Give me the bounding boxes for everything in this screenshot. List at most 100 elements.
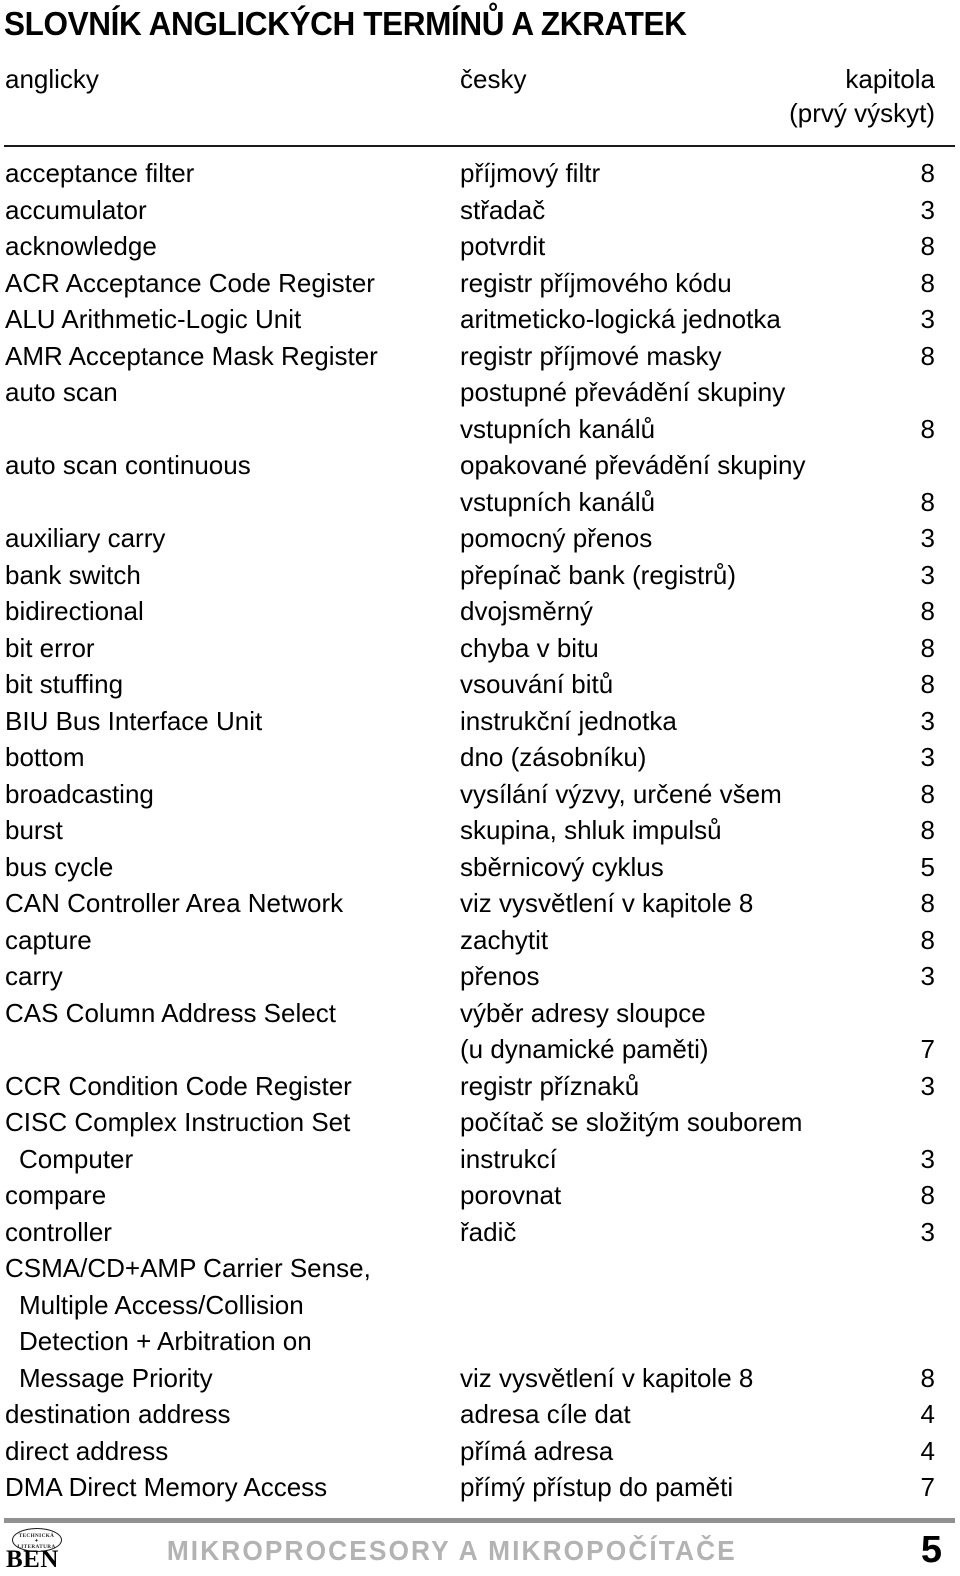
table-row: broadcasting vysílání výzvy, určené všem 8: [0, 777, 960, 814]
table-row: bank switch přepínač bank (registrů) 3: [0, 558, 960, 595]
term-english: CSMA/CD+AMP Carrier Sense,: [5, 1253, 371, 1283]
term-english: ACR Acceptance Code Register: [5, 267, 375, 298]
table-row: auxiliary carry pomocný přenos 3: [0, 521, 960, 558]
term-czech: počítač se složitým souborem: [460, 1107, 803, 1137]
table-row: ALU Arithmetic-Logic Unit aritmeticko-log…: [0, 302, 960, 339]
term-czech: příjmový filtr: [460, 158, 601, 188]
footer-divider: [4, 1518, 955, 1523]
chapter-number: 8: [920, 888, 935, 918]
chapter-number: 3: [920, 1070, 935, 1101]
chapter-number: 8: [920, 340, 935, 371]
term-english: bottom: [5, 742, 85, 772]
table-row: CSMA/CD+AMP Carrier Sense,: [0, 1251, 960, 1288]
table-row: auto scan continuous opakované převádění …: [0, 448, 960, 485]
term-english: DMA Direct Memory Access: [5, 1472, 328, 1502]
table-row: accumulator střadač 3: [0, 193, 960, 230]
term-english: CAS Column Address Select: [5, 997, 336, 1028]
term-czech: sběrnicový cyklus: [460, 851, 664, 882]
table-row: BIU Bus Interface Unit instrukční jednotk…: [0, 704, 960, 741]
term-czech: postupné převádění skupiny: [460, 377, 786, 407]
term-czech: instrukční jednotka: [460, 705, 677, 736]
term-czech: přepínač bank (registrů): [460, 559, 737, 590]
chapter-number: 8: [920, 267, 935, 298]
chapter-number: 8: [920, 231, 935, 261]
term-english: destination address: [5, 1399, 231, 1429]
column-header-chapter: kapitola: [845, 64, 935, 94]
chapter-number: 7: [920, 1034, 935, 1064]
term-english: Message Priority: [19, 1362, 213, 1393]
term-czech: (u dynamické paměti): [460, 1034, 709, 1064]
term-english: Multiple Access/Collision: [19, 1289, 304, 1320]
page-title: SLOVNÍK ANGLICKÝCH TERMÍNŮ A ZKRATEK: [4, 5, 687, 42]
term-czech: pomocný přenos: [460, 523, 653, 553]
term-english: Computer: [19, 1143, 134, 1174]
term-english: bus cycle: [5, 851, 114, 882]
term-english: broadcasting: [5, 778, 154, 809]
table-row: CAS Column Address Select výběr adresy sl…: [0, 996, 960, 1033]
table-row: direct address přímá adresa 4: [0, 1434, 960, 1471]
chapter-number: 3: [920, 304, 935, 334]
term-czech: skupina, shluk impulsů: [460, 815, 722, 845]
page-footer: TECHNICKÁ ✦ LITERATURA BEN MIKROPROCESOR…: [0, 1526, 960, 1576]
term-czech: porovnat: [460, 1180, 562, 1210]
chapter-number: 8: [920, 669, 935, 699]
chapter-number: 3: [920, 742, 935, 772]
table-row: Message Priority viz vysvětlení v kapitol…: [0, 1361, 960, 1398]
term-english: accumulator: [5, 194, 147, 225]
table-row: bit stuffing vsouvání bitů 8: [0, 667, 960, 704]
term-czech: vstupních kanálů: [460, 486, 656, 517]
chapter-number: 4: [920, 1435, 935, 1466]
chapter-number: 7: [920, 1472, 935, 1502]
document-page: SLOVNÍK ANGLICKÝCH TERMÍNŮ A ZKRATEK ang…: [0, 0, 960, 1576]
table-row: destination address adresa cíle dat 4: [0, 1397, 960, 1434]
term-czech: vstupních kanálů: [460, 413, 656, 444]
header-divider: [4, 145, 955, 147]
column-header-chapter-sub: (prvý výskyt): [789, 98, 935, 128]
term-english: bit error: [5, 632, 95, 663]
term-english: bit stuffing: [5, 669, 124, 699]
chapter-number: 8: [920, 158, 935, 188]
term-english: AMR Acceptance Mask Register: [5, 340, 378, 371]
term-czech: vysílání výzvy, určené všem: [460, 778, 782, 809]
table-row: AMR Acceptance Mask Register registr příj…: [0, 339, 960, 376]
term-english: direct address: [5, 1435, 169, 1466]
table-row: CISC Complex Instruction Set počítač se s…: [0, 1105, 960, 1142]
term-english: acknowledge: [5, 231, 157, 261]
chapter-number: 8: [920, 632, 935, 663]
term-czech: přímý přístup do paměti: [460, 1472, 734, 1502]
table-row: vstupních kanálů 8: [0, 412, 960, 449]
glossary-table: acceptance filter příjmový filtr 8 accumula…: [0, 156, 960, 1507]
table-row: bidirectional dvojsměrný 8: [0, 594, 960, 631]
term-czech: opakované převádění skupiny: [460, 450, 806, 480]
table-row: auto scan postupné převádění skupiny: [0, 375, 960, 412]
chapter-number: 8: [920, 815, 935, 845]
table-row: bottom dno (zásobníku) 3: [0, 740, 960, 777]
chapter-number: 4: [920, 1399, 935, 1429]
table-row: controller řadič 3: [0, 1215, 960, 1252]
term-english: capture: [5, 924, 92, 955]
term-czech: přímá adresa: [460, 1435, 614, 1466]
chapter-number: 3: [920, 1143, 935, 1174]
term-english: burst: [5, 815, 63, 845]
table-row: CCR Condition Code Register registr přízn…: [0, 1069, 960, 1106]
term-czech: potvrdit: [460, 231, 546, 261]
term-czech: zachytit: [460, 924, 549, 955]
term-czech: registr příjmového kódu: [460, 267, 732, 298]
term-czech: přenos: [460, 961, 540, 991]
term-english: Detection + Arbitration on: [19, 1326, 312, 1356]
column-header-english: anglicky: [5, 64, 99, 94]
chapter-number: 3: [920, 705, 935, 736]
term-czech: viz vysvětlení v kapitole 8: [460, 1362, 754, 1393]
term-czech: řadič: [460, 1216, 517, 1247]
term-english: auto scan: [5, 377, 118, 407]
term-czech: vsouvání bitů: [460, 669, 614, 699]
table-row: Computer instrukcí 3: [0, 1142, 960, 1179]
chapter-number: 8: [920, 413, 935, 444]
term-english: acceptance filter: [5, 158, 195, 188]
chapter-number: 3: [920, 194, 935, 225]
table-row: Multiple Access/Collision: [0, 1288, 960, 1325]
term-czech: registr příjmové masky: [460, 340, 722, 371]
column-headings: anglicky česky kapitola (prvý výskyt): [0, 62, 960, 142]
term-english: CCR Condition Code Register: [5, 1070, 352, 1101]
term-english: auto scan continuous: [5, 450, 251, 480]
